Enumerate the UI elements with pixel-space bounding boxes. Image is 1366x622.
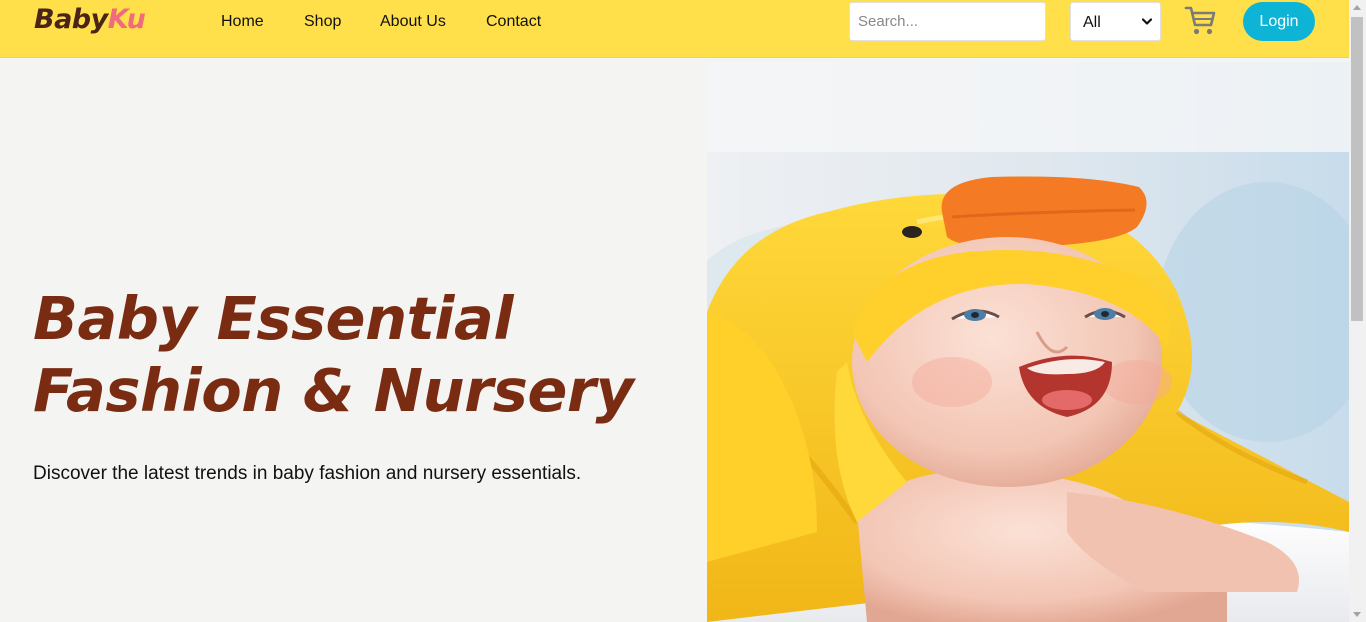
hero-image [707, 62, 1349, 622]
brand-logo-part1: Baby [34, 4, 108, 35]
category-selected-value: All [1083, 14, 1101, 31]
baby-photo-illustration [707, 62, 1349, 622]
nav-link-shop[interactable]: Shop [304, 12, 341, 32]
search-input[interactable] [849, 2, 1046, 41]
nav-link-contact[interactable]: Contact [486, 12, 541, 32]
nav-link-home[interactable]: Home [221, 12, 264, 32]
chevron-down-icon [1142, 18, 1152, 25]
hero-title: Baby Essential Fashion & Nursery [33, 283, 703, 427]
category-select[interactable]: All [1070, 2, 1161, 41]
hero-subtitle: Discover the latest trends in baby fashi… [33, 463, 582, 484]
scrollbar-thumb[interactable] [1351, 17, 1363, 321]
brand-logo[interactable]: BabyKu [34, 2, 146, 38]
scroll-down-arrow-icon[interactable] [1353, 612, 1361, 617]
cart-button[interactable] [1184, 5, 1218, 37]
hero-title-line-2: Fashion & Nursery [33, 356, 634, 425]
cart-icon [1184, 6, 1216, 35]
page-scrollbar[interactable] [1349, 0, 1366, 622]
login-button[interactable]: Login [1243, 2, 1315, 41]
page: BabyKu Home Shop About Us Contact All Lo… [0, 0, 1366, 622]
hero-title-line-1: Baby Essential [33, 284, 514, 353]
scroll-up-arrow-icon[interactable] [1353, 5, 1361, 10]
brand-logo-part2: Ku [107, 4, 146, 35]
nav-link-about-us[interactable]: About Us [380, 12, 446, 32]
navbar: BabyKu Home Shop About Us Contact All Lo… [0, 0, 1349, 58]
